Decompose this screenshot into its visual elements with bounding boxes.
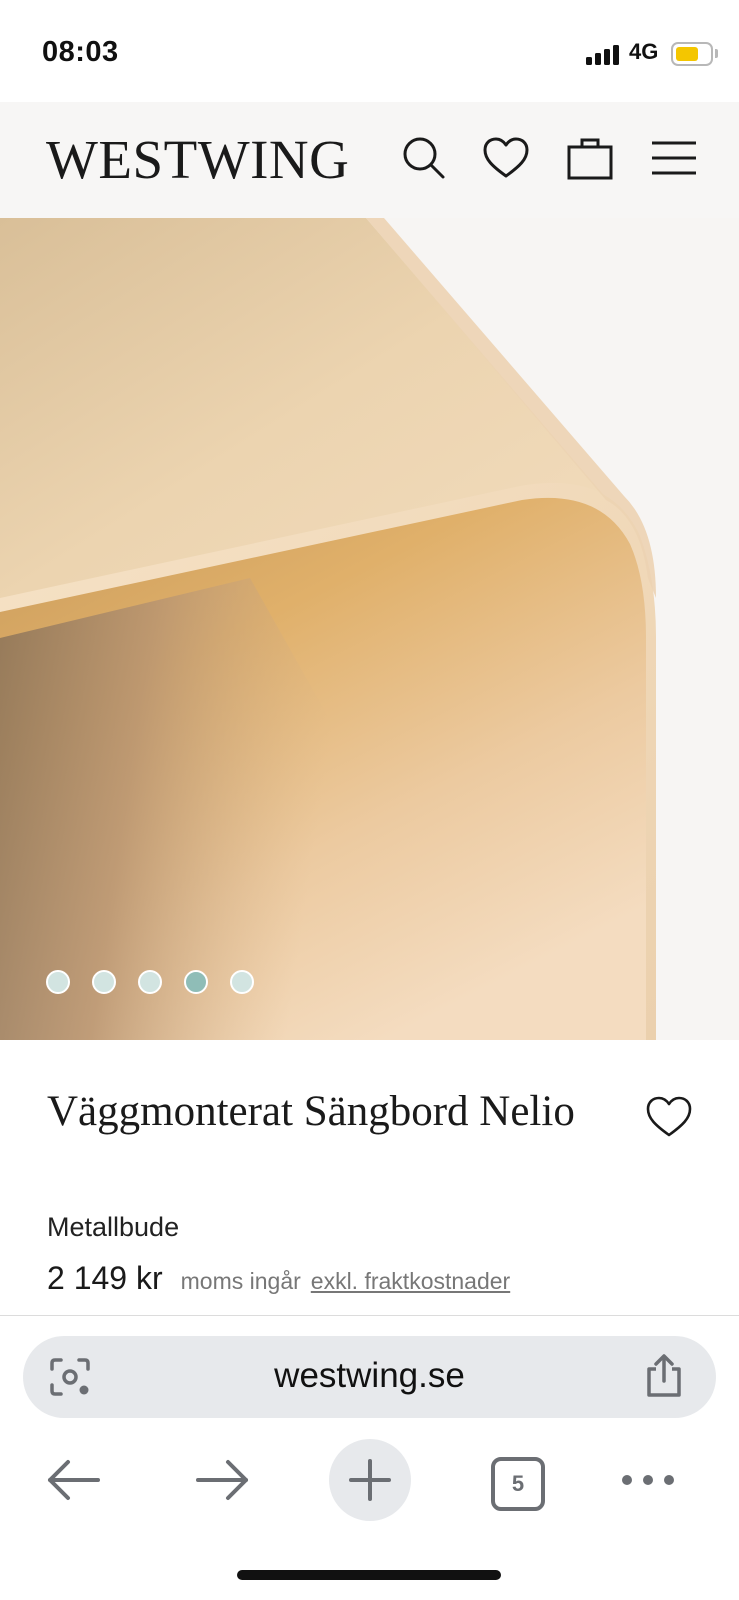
product-title: Väggmonterat Sängbord Nelio — [47, 1088, 575, 1135]
product-image-gallery[interactable] — [0, 218, 739, 1040]
back-arrow-icon[interactable] — [44, 1440, 104, 1520]
site-header: WESTWING — [0, 102, 739, 218]
shipping-link[interactable]: exkl. fraktkostnader — [311, 1268, 510, 1295]
tabs-icon[interactable]: 5 — [491, 1457, 545, 1511]
product-photo — [0, 218, 739, 1040]
cellular-signal-icon — [586, 43, 622, 65]
heart-icon[interactable] — [480, 132, 532, 184]
browser-toolbar: westwing.se 5 — [0, 1316, 739, 1600]
gallery-dot[interactable] — [184, 970, 208, 994]
forward-arrow-icon[interactable] — [192, 1440, 252, 1520]
plus-icon[interactable] — [329, 1439, 411, 1521]
gallery-dot[interactable] — [46, 970, 70, 994]
heart-outline-icon[interactable] — [642, 1092, 696, 1142]
url-text[interactable]: westwing.se — [23, 1356, 716, 1396]
gallery-dot[interactable] — [138, 970, 162, 994]
westwing-logo[interactable]: WESTWING — [46, 132, 349, 187]
product-price: 2 149 kr — [47, 1260, 163, 1296]
shopping-bag-icon[interactable] — [564, 132, 616, 184]
price-row: 2 149 kr moms ingår exkl. fraktkostnader — [47, 1260, 510, 1297]
battery-icon — [671, 42, 713, 66]
vat-note: moms ingår — [180, 1268, 301, 1294]
tab-count: 5 — [511, 1471, 525, 1496]
product-info: Väggmonterat Sängbord Nelio Metallbude 2… — [0, 1040, 739, 1316]
menu-icon[interactable] — [648, 132, 700, 184]
gallery-dot[interactable] — [230, 970, 254, 994]
status-bar: 08:03 4G — [0, 0, 739, 102]
share-icon[interactable] — [641, 1353, 687, 1399]
gallery-dot[interactable] — [92, 970, 116, 994]
home-indicator[interactable] — [237, 1570, 501, 1580]
network-type: 4G — [629, 39, 659, 64]
gallery-pagination — [46, 970, 254, 994]
address-bar[interactable]: westwing.se — [23, 1336, 716, 1418]
battery-level — [676, 47, 698, 61]
search-icon[interactable] — [398, 132, 450, 184]
more-icon[interactable] — [620, 1440, 676, 1520]
status-time: 08:03 — [42, 36, 119, 68]
battery-tip — [715, 49, 718, 58]
product-brand[interactable]: Metallbude — [47, 1212, 179, 1243]
